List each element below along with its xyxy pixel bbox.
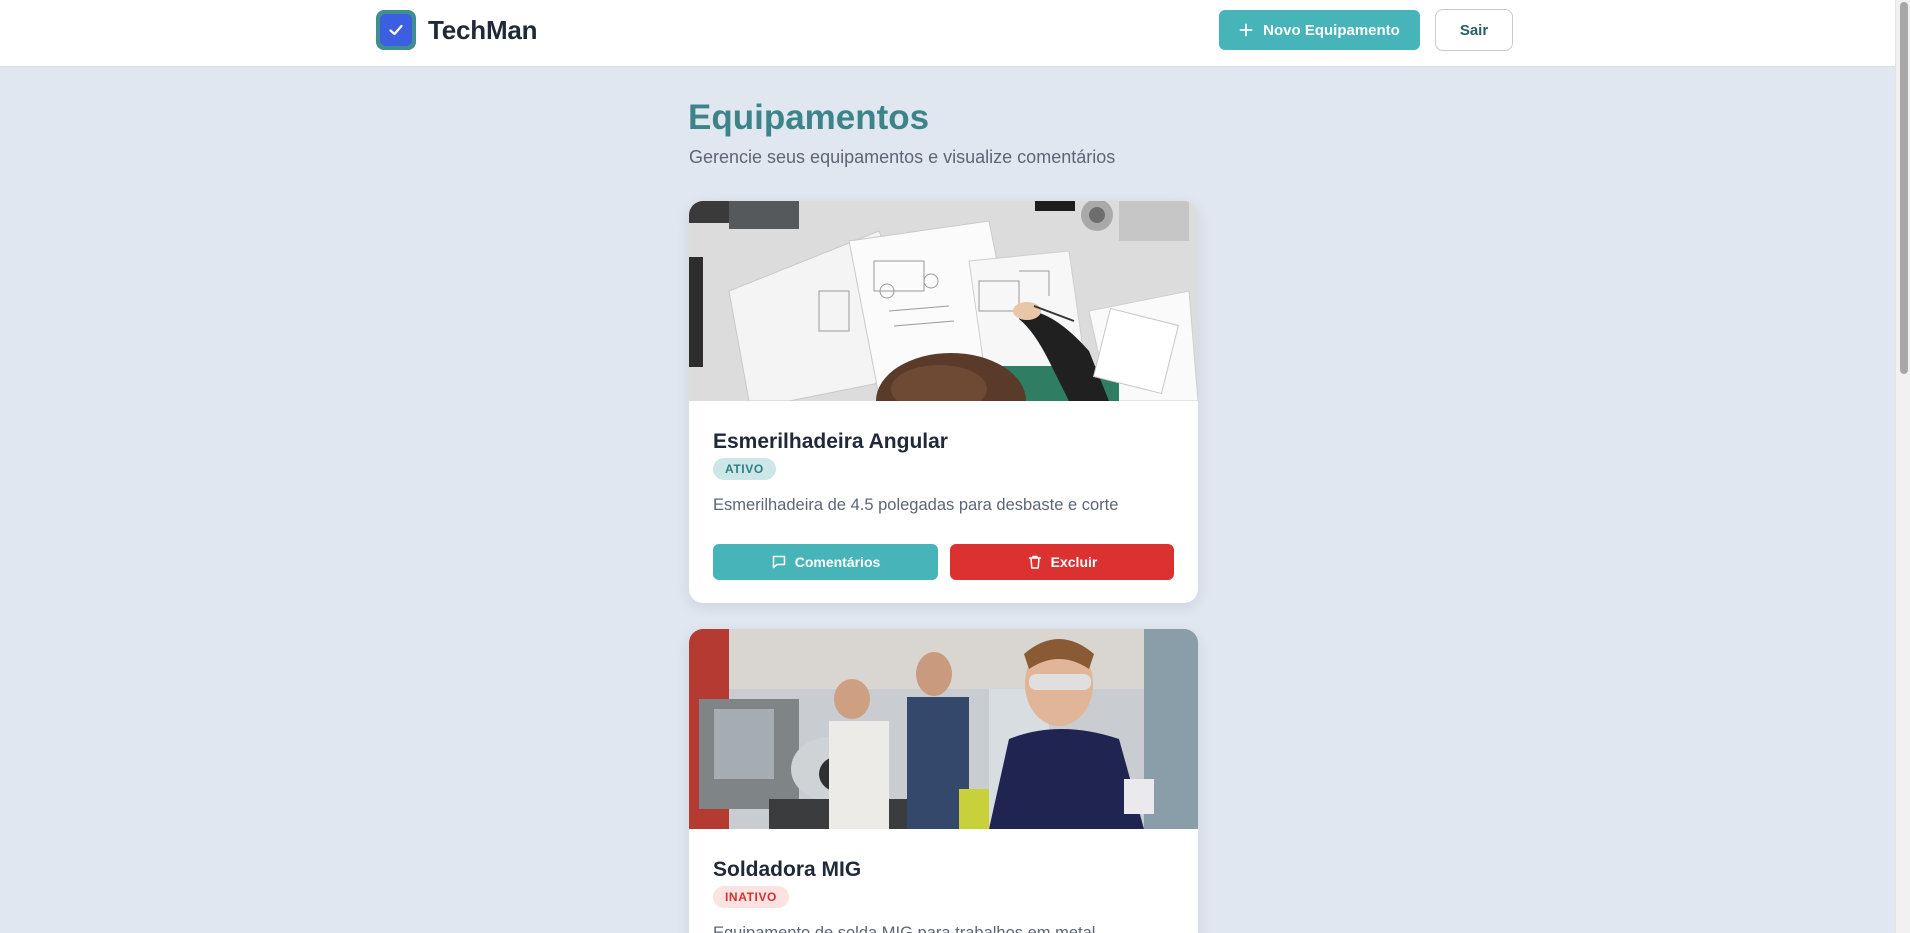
brand[interactable]: TechMan xyxy=(376,10,538,50)
trash-icon xyxy=(1028,555,1041,569)
exit-button[interactable]: Sair xyxy=(1435,9,1513,51)
equipment-image xyxy=(689,201,1198,401)
equipment-card: Esmerilhadeira Angular ATIVO Esmerilhade… xyxy=(689,201,1198,603)
page-scrollbar[interactable] xyxy=(1895,0,1910,933)
logo xyxy=(376,10,416,50)
equipment-card: Soldadora MIG INATIVO Equipamento de sol… xyxy=(689,629,1198,933)
new-equipment-button[interactable]: Novo Equipamento xyxy=(1219,10,1420,50)
equipment-name: Esmerilhadeira Angular xyxy=(713,430,948,453)
new-equipment-label: Novo Equipamento xyxy=(1263,21,1400,39)
top-navbar: TechMan Novo Equipamento Sair xyxy=(0,0,1895,67)
scrollbar-thumb[interactable] xyxy=(1900,2,1908,374)
equipment-image xyxy=(689,629,1198,829)
comments-label: Comentários xyxy=(794,554,881,570)
page-subtitle: Gerencie seus equipamentos e visualize c… xyxy=(689,147,1116,167)
status-badge: INATIVO xyxy=(713,886,789,908)
equipment-description: Equipamento de solda MIG para trabalhos … xyxy=(713,924,1096,933)
delete-label: Excluir xyxy=(1050,554,1098,570)
plus-icon xyxy=(1239,23,1253,37)
equipment-name: Soldadora MIG xyxy=(713,858,862,881)
equipment-description: Esmerilhadeira de 4.5 polegadas para des… xyxy=(713,496,1119,514)
message-icon xyxy=(772,555,785,569)
delete-button[interactable]: Excluir xyxy=(950,544,1174,580)
page-title: Equipamentos xyxy=(688,98,930,137)
brand-name: TechMan xyxy=(428,14,538,45)
comments-button[interactable]: Comentários xyxy=(713,544,938,580)
status-badge: ATIVO xyxy=(713,458,776,480)
check-icon xyxy=(389,24,403,36)
